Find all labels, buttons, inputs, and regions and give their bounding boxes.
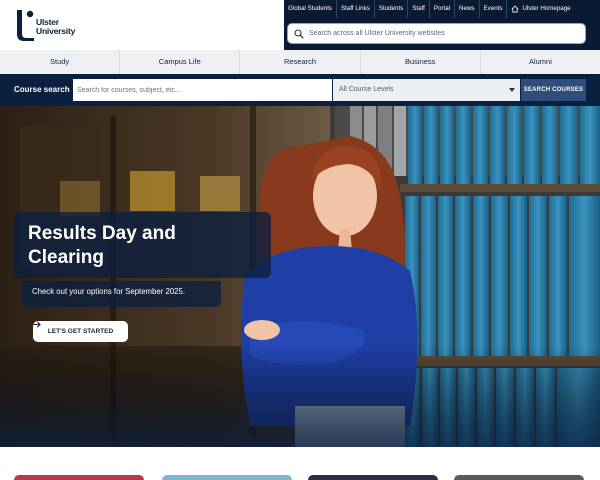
course-search-input[interactable] xyxy=(73,79,332,101)
nav-research[interactable]: Research xyxy=(240,50,361,74)
hero-banner: Results Day and Clearing Check out your … xyxy=(0,106,600,447)
utility-links: Global Students Staff Links Students Sta… xyxy=(284,0,600,18)
hero-title-card: Results Day and Clearing xyxy=(14,212,271,278)
feature-tile[interactable] xyxy=(308,475,438,480)
home-link-label: Ulster Homepage xyxy=(522,5,571,12)
nav-study[interactable]: Study xyxy=(0,50,121,74)
course-levels-select[interactable]: All Course Levels xyxy=(333,79,520,101)
hero-subtitle-card: Check out your options for September 202… xyxy=(22,281,221,307)
hero-title-line-2: Clearing xyxy=(28,247,105,268)
hero-title-line-1: Results Day and xyxy=(28,223,176,244)
cta-label: LET'S GET STARTED xyxy=(47,328,114,335)
course-search-bar: Course search All Course Levels SEARCH C… xyxy=(0,74,600,106)
toplink-news[interactable]: News xyxy=(455,0,480,18)
course-levels-value: All Course Levels xyxy=(339,86,394,93)
nav-alumni[interactable]: Alumni xyxy=(481,50,600,74)
site-search-input[interactable]: Search across all Ulster University webs… xyxy=(287,23,586,44)
site-search-placeholder: Search across all Ulster University webs… xyxy=(309,30,445,37)
logo-text: Ulster University xyxy=(36,18,75,36)
feature-tile[interactable] xyxy=(454,475,584,480)
feature-tile[interactable] xyxy=(162,475,292,480)
ulster-university-logo[interactable]: Ulster University xyxy=(14,8,84,44)
nav-campus-life[interactable]: Campus Life xyxy=(120,50,241,74)
site-header: Ulster University Global Students Staff … xyxy=(0,0,600,50)
lets-get-started-button[interactable]: LET'S GET STARTED xyxy=(33,321,128,342)
course-search-label: Course search xyxy=(14,85,70,94)
logo-mark-icon xyxy=(17,10,34,41)
chevron-down-icon xyxy=(509,88,515,92)
toplink-students[interactable]: Students xyxy=(375,0,409,18)
logo-line-2: University xyxy=(36,26,76,36)
toplink-portal[interactable]: Portal xyxy=(430,0,456,18)
toplink-ulster-homepage[interactable]: Ulster Homepage xyxy=(507,0,574,18)
search-courses-button[interactable]: SEARCH COURSES xyxy=(521,79,586,101)
toplink-staff-links[interactable]: Staff Links xyxy=(337,0,375,18)
home-icon xyxy=(511,5,519,13)
hero-subtitle: Check out your options for September 202… xyxy=(32,287,185,296)
feature-tile[interactable] xyxy=(14,475,144,480)
main-navigation: Study Campus Life Research Business Alum… xyxy=(0,50,600,74)
site-search-bar: Search across all Ulster University webs… xyxy=(284,18,600,50)
nav-business[interactable]: Business xyxy=(361,50,481,74)
feature-tiles xyxy=(0,447,600,480)
search-icon xyxy=(294,28,304,39)
toplink-global-students[interactable]: Global Students xyxy=(284,0,338,18)
toplink-events[interactable]: Events xyxy=(480,0,508,18)
toplink-staff[interactable]: Staff xyxy=(408,0,430,18)
hero-title: Results Day and Clearing xyxy=(28,222,258,270)
arrow-right-icon xyxy=(33,321,41,328)
